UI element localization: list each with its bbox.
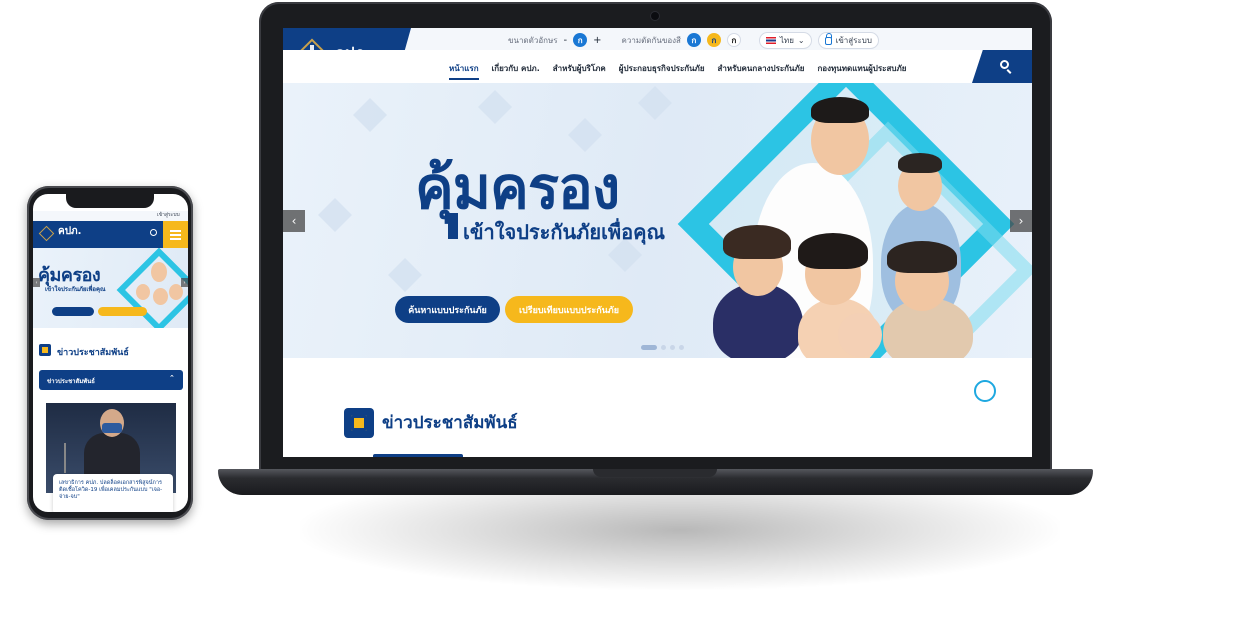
- login-button[interactable]: เข้าสู่ระบบ: [817, 31, 879, 49]
- chevron-up-icon: ⌃: [169, 374, 175, 382]
- hero-accent-mark: [448, 213, 458, 239]
- mobile-search-icon[interactable]: [150, 229, 157, 236]
- hero-subtitle: เข้าใจประกันภัยเพื่อคุณ: [463, 220, 666, 244]
- mobile-hero-prev-button[interactable]: ‹: [33, 278, 40, 287]
- hamburger-icon: [170, 230, 181, 232]
- thai-flag-icon: [765, 36, 776, 44]
- hero-pagination: [641, 345, 684, 350]
- hero-dot-4[interactable]: [679, 345, 684, 350]
- phone-notch: [66, 193, 154, 208]
- hero-banner: คุ้มครอง เข้าใจประกันภัยเพื่อคุณ ค้นหาแบ…: [283, 83, 1032, 358]
- font-increase-button[interactable]: +: [593, 35, 601, 46]
- hero-dot-2[interactable]: [661, 345, 666, 350]
- mobile-header: คปภ.: [33, 221, 188, 248]
- news-section-title: ข่าวประชาสัมพันธ์: [382, 413, 518, 433]
- mobile-news-icon: [39, 344, 51, 356]
- mobile-logo-title[interactable]: คปภ.: [58, 224, 81, 239]
- search-icon: [1000, 60, 1009, 69]
- hero-dot-1[interactable]: [641, 345, 657, 350]
- mobile-logo-emblem-icon: [38, 225, 55, 242]
- font-decrease-button[interactable]: -: [564, 35, 568, 46]
- mobile-accordion-label: ข่าวประชาสัมพันธ์: [47, 378, 95, 385]
- mobile-hero-subtitle: เข้าใจประกันภัยเพื่อคุณ: [45, 286, 106, 293]
- nav-insurers[interactable]: ผู้ประกอบธุรกิจประกันภัย: [619, 62, 705, 80]
- compare-insurance-button[interactable]: เปรียบเทียบแบบประกันภัย: [505, 296, 633, 323]
- language-selector[interactable]: ไทย ⌄: [758, 31, 812, 49]
- laptop-camera: [651, 12, 659, 20]
- lock-icon: [824, 33, 832, 45]
- laptop-base-notch: [593, 469, 717, 477]
- main-nav: หน้าแรก เกี่ยวกับ คปภ. สำหรับผู้บริโภค ผ…: [283, 50, 1032, 83]
- scroll-indicator-icon: [974, 380, 996, 402]
- language-value: ไทย: [779, 35, 794, 45]
- hero-prev-button[interactable]: ‹: [283, 210, 305, 232]
- mobile-hero-banner: คุ้มครอง เข้าใจประกันภัยเพื่อคุณ ‹ ›: [33, 248, 188, 328]
- mobile-news-section-title: ข่าวประชาสัมพันธ์: [57, 348, 129, 358]
- utility-bar: ขนาดตัวอักษร - ก + ความตัดกันของสี ก ก ก…: [508, 31, 879, 49]
- mobile-search-insurance-button[interactable]: [52, 307, 94, 316]
- nav-about[interactable]: เกี่ยวกับ คปภ.: [492, 62, 540, 80]
- font-default-button[interactable]: ก: [573, 33, 588, 47]
- search-insurance-button[interactable]: ค้นหาแบบประกันภัย: [395, 296, 500, 323]
- mobile-utility-bar: เข้าสู่ระบบ: [33, 211, 188, 221]
- nav-victim-fund[interactable]: กองทุนทดแทนผู้ประสบภัย: [817, 62, 906, 80]
- mobile-news-card-text: เลขาธิการ คปภ. ปลดล็อคเอกสารพิสูจน์การติ…: [59, 480, 163, 500]
- mobile-news-accordion[interactable]: ข่าวประชาสัมพันธ์ ⌃: [39, 370, 183, 390]
- login-label: เข้าสู่ระบบ: [835, 35, 872, 45]
- laptop-screen: คปภ. สำนักงานคณะกรรมการกำกับและส่งเสริมก…: [283, 28, 1032, 457]
- mobile-login-link[interactable]: เข้าสู่ระบบ: [157, 211, 180, 219]
- contrast-default-button[interactable]: ก: [686, 33, 701, 47]
- mobile-menu-button[interactable]: [163, 221, 188, 248]
- news-icon: [344, 408, 374, 438]
- news-tab-peek[interactable]: [373, 454, 463, 457]
- phone-screen: เข้าสู่ระบบ คปภ. คุ้มครอง เข้าใจประกันภั…: [33, 194, 188, 512]
- device-mockup-stage: คปภ. สำนักงานคณะกรรมการกำกับและส่งเสริมก…: [0, 0, 1247, 624]
- mobile-compare-insurance-button[interactable]: [98, 307, 147, 316]
- mobile-hero-next-button[interactable]: ›: [181, 278, 188, 287]
- hero-dot-3[interactable]: [670, 345, 675, 350]
- contrast-label: ความตัดกันของสี: [621, 35, 681, 45]
- font-size-label: ขนาดตัวอักษร: [508, 35, 558, 45]
- chevron-down-icon: ⌄: [797, 35, 805, 45]
- contrast-white-button[interactable]: ก: [726, 33, 741, 47]
- nav-intermediaries[interactable]: สำหรับคนกลางประกันภัย: [718, 62, 805, 80]
- hero-next-button[interactable]: ›: [1010, 210, 1032, 232]
- nav-consumers[interactable]: สำหรับผู้บริโภค: [553, 62, 606, 80]
- nav-home[interactable]: หน้าแรก: [449, 62, 479, 80]
- mobile-news-card[interactable]: เลขาธิการ คปภ. ปลดล็อคเอกสารพิสูจน์การติ…: [53, 474, 173, 512]
- contrast-yellow-button[interactable]: ก: [706, 33, 721, 47]
